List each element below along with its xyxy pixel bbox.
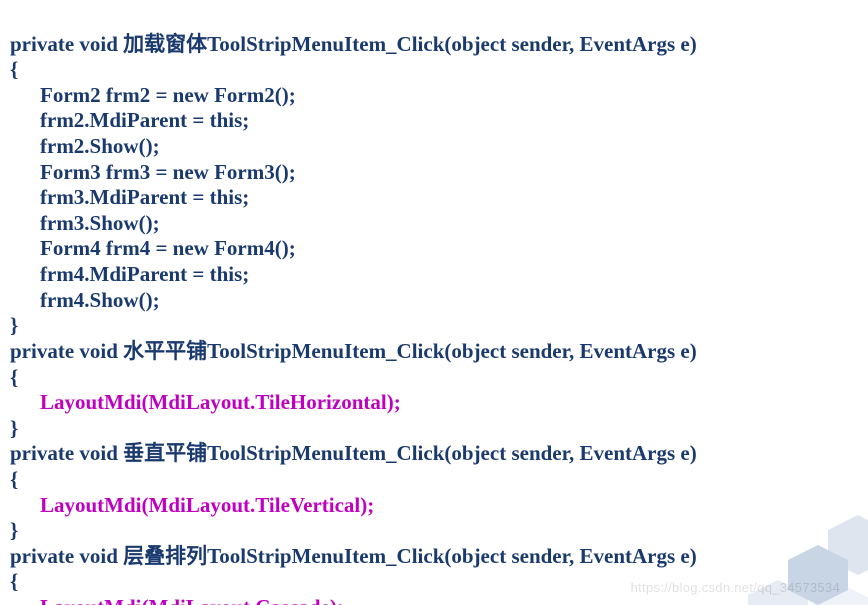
brace: {	[10, 365, 18, 389]
code-line: LayoutMdi(MdiLayout.TileVertical);	[40, 493, 374, 517]
code-line: frm2.Show();	[40, 134, 160, 158]
code-line: private void 垂直平铺ToolStripMenuItem_Click…	[10, 441, 697, 465]
code-line: Form4 frm4 = new Form4();	[40, 236, 296, 260]
brace: }	[10, 518, 18, 542]
code-line: private void 加载窗体ToolStripMenuItem_Click…	[10, 32, 697, 56]
code-line: frm2.MdiParent = this;	[40, 108, 249, 132]
code-line: frm3.MdiParent = this;	[40, 185, 249, 209]
brace: {	[10, 467, 18, 491]
code-line: frm4.MdiParent = this;	[40, 262, 249, 286]
code-line: LayoutMdi(MdiLayout.Cascade);	[40, 595, 344, 605]
brace: }	[10, 313, 18, 337]
code-line: Form2 frm2 = new Form2();	[40, 83, 296, 107]
brace: }	[10, 416, 18, 440]
code-line: frm4.Show();	[40, 288, 160, 312]
brace: {	[10, 569, 18, 593]
brace: {	[10, 57, 18, 81]
code-block: private void 加载窗体ToolStripMenuItem_Click…	[0, 0, 868, 605]
code-line: private void 水平平铺ToolStripMenuItem_Click…	[10, 339, 697, 363]
code-line: Form3 frm3 = new Form3();	[40, 160, 296, 184]
code-line: frm3.Show();	[40, 211, 160, 235]
code-line: LayoutMdi(MdiLayout.TileHorizontal);	[40, 390, 401, 414]
code-line: private void 层叠排列ToolStripMenuItem_Click…	[10, 544, 697, 568]
